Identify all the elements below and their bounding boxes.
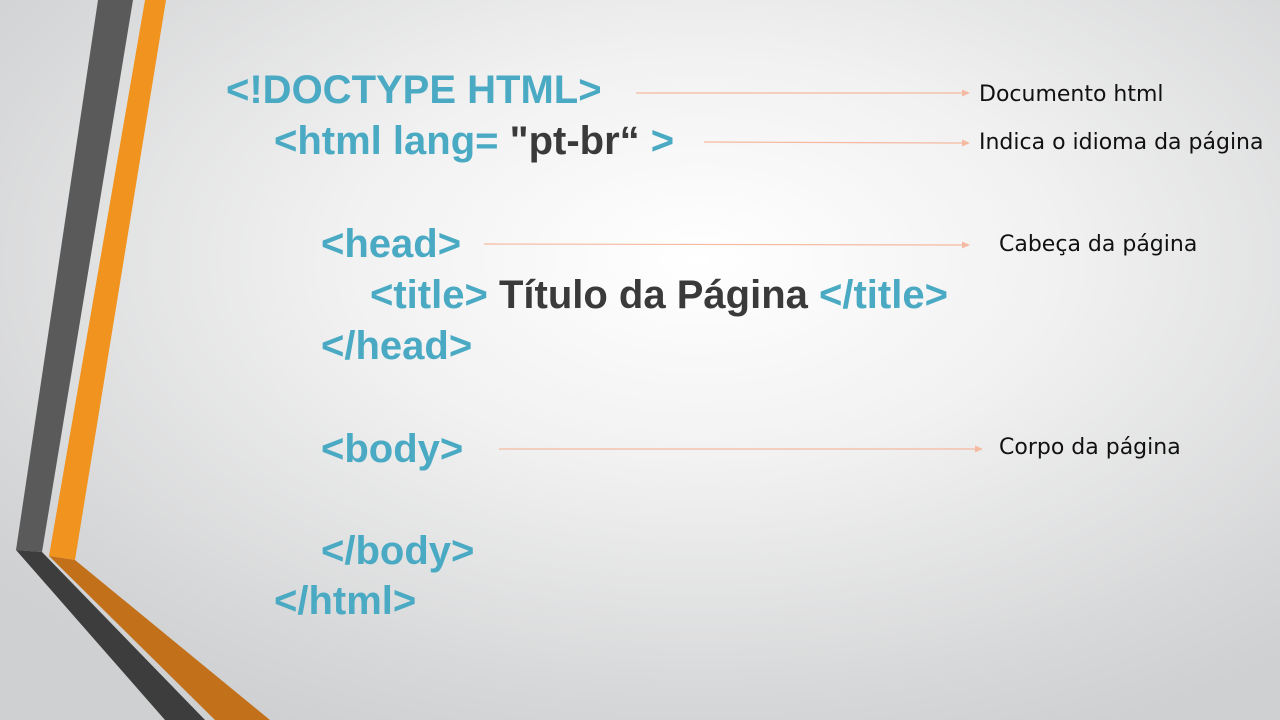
head-open-tag: <head>: [321, 222, 462, 266]
side-stripes-decoration: [16, 0, 270, 720]
html-close-tag: </html>: [274, 579, 417, 623]
html-open-tag: <html lang=: [274, 119, 499, 163]
html-lang-value: "pt-br“: [509, 119, 640, 163]
head-close-tag: </head>: [321, 324, 473, 368]
code-line-body-open: <body>: [321, 425, 463, 473]
body-open-tag: <body>: [321, 427, 464, 471]
dark-stripe-lower: [16, 550, 205, 720]
doctype-declaration: <!DOCTYPE HTML>: [226, 68, 602, 112]
code-line-title: <title> Título da Página </title>: [370, 271, 948, 319]
body-close-tag: </body>: [321, 529, 475, 573]
code-line-html-open: <html lang= "pt-br“ >: [274, 117, 674, 165]
code-line-head-close: </head>: [321, 322, 472, 370]
code-line-html-close: </html>: [274, 577, 416, 625]
annotation-head: Cabeça da página: [999, 232, 1198, 257]
annotation-body: Corpo da página: [999, 435, 1181, 460]
code-line-body-close: </body>: [321, 527, 474, 575]
title-text: Título da Página: [498, 273, 808, 317]
title-open-tag: <title>: [370, 273, 488, 317]
annotation-html-lang: Indica o idioma da página: [979, 130, 1264, 155]
annotation-doctype: Documento html: [979, 82, 1164, 107]
html-open-bracket-close: >: [650, 119, 675, 163]
title-close-tag: </title>: [819, 273, 948, 317]
code-line-head-open: <head>: [321, 220, 461, 268]
code-line-doctype: <!DOCTYPE HTML>: [226, 66, 602, 114]
